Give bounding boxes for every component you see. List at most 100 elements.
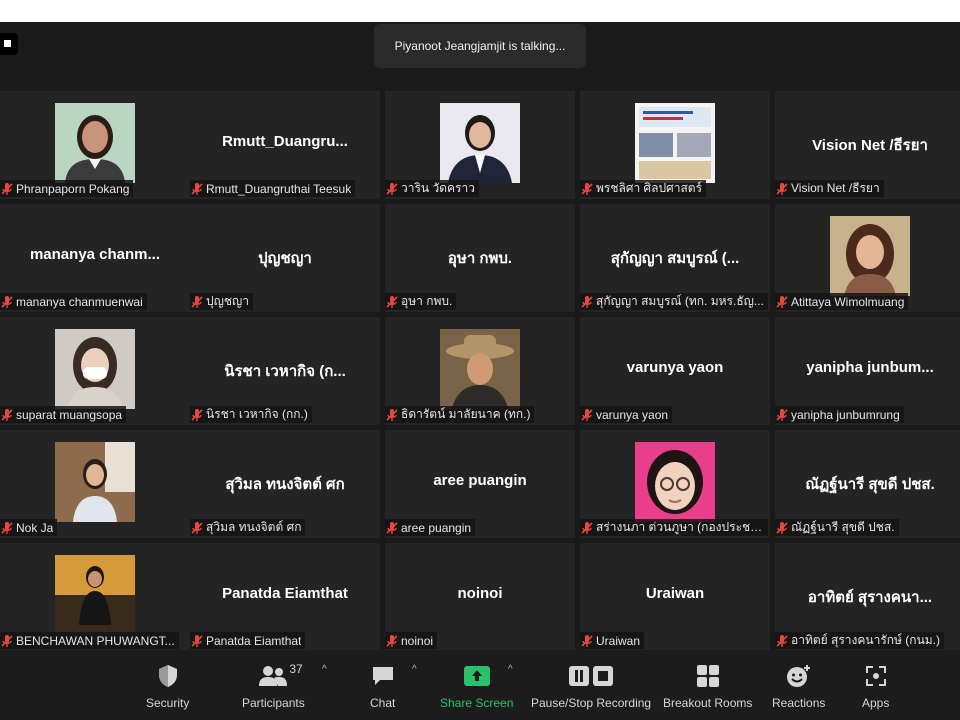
participant-name-label: อุษา กพบ. [385,293,457,310]
participant-name-label: noinoi [385,632,438,649]
participant-name-label: aree puangin [385,519,476,536]
muted-mic-icon [191,521,203,534]
participant-tile[interactable]: สร่างนภา ต่วนภูษา (กองประชาสั... [580,430,770,538]
muted-mic-icon [1,182,13,195]
participant-name-label: ธิดารัตน์ มาลัยนาค (ทก.) [385,406,535,423]
participant-display-name: สุกัญญา สมบูรณ์ (... [610,250,740,267]
participant-tile[interactable]: ปุญชญา ปุญชญา [190,204,380,312]
participant-display-name: varunya yaon [626,359,724,376]
participant-tile[interactable]: Phranpaporn Pokang [0,91,190,199]
participant-name-label: Atittaya Wimolmuang [775,293,909,310]
participant-tile[interactable]: Vision Net /ธีรยา Vision Net /ธีรยา [775,91,960,199]
muted-mic-icon [581,521,593,534]
participant-tile[interactable]: นิรชา เวหากิจ (ก... นิรชา เวหากิจ (กก.) [190,317,380,425]
muted-mic-icon [776,521,788,534]
participant-video [440,329,520,409]
gallery-view-button[interactable] [0,33,18,55]
participant-tile[interactable]: yanipha junbum... yanipha junbumrung [775,317,960,425]
participant-tile[interactable]: สุกัญญา สมบูรณ์ (... สุกัญญา สมบูรณ์ (ทก.… [580,204,770,312]
participant-name-label: Uraiwan [580,632,645,649]
participant-name-label: วาริน วัดคราว [385,180,479,197]
security-button[interactable]: Security [146,660,189,710]
participant-display-name: ปุญชญา [258,250,312,267]
share-screen-button[interactable]: Share Screen [440,660,513,710]
participant-tile[interactable]: ณัฏฐ์นารี สุขดี ปชส. ณัฏฐ์นารี สุขดี ปชส. [775,430,960,538]
participant-tile[interactable]: varunya yaon varunya yaon [580,317,770,425]
muted-mic-icon [1,408,13,421]
participant-tile[interactable]: Uraiwan Uraiwan [580,543,770,651]
participant-name-label: Nok Ja [0,519,58,536]
participant-name-label: mananya chanmuenwai [0,293,147,310]
shield-icon [158,665,177,687]
muted-mic-icon [1,295,13,308]
muted-mic-icon [191,295,203,308]
participant-name-label: นิรชา เวหากิจ (กก.) [190,406,312,423]
participant-tile[interactable]: suparat muangsopa [0,317,190,425]
participant-tile[interactable]: Nok Ja [0,430,190,538]
participant-video [55,103,135,183]
muted-mic-icon [191,408,203,421]
window-top-bar [0,0,960,22]
reactions-button[interactable]: Reactions [772,660,825,710]
participant-name-label: BENCHAWAN PHUWANGT... [0,632,179,649]
chat-icon [372,667,393,685]
participant-name-label: Rmutt_Duangruthai Teesuk [190,180,356,197]
participant-name-label: ปุญชญา [190,293,253,310]
muted-mic-icon [386,182,398,195]
breakout-rooms-icon [696,665,719,687]
muted-mic-icon [386,408,398,421]
participant-tile[interactable]: BENCHAWAN PHUWANGT... [0,543,190,651]
muted-mic-icon [1,521,13,534]
chat-button[interactable]: Chat [370,660,395,710]
participant-name-label: สุวิมล ทนงจิตต์ ศก [190,519,306,536]
participant-tile[interactable]: อาทิตย์ สุรางคนา... อาทิตย์ สุรางคนารักษ์… [775,543,960,651]
apps-button[interactable]: Apps [862,660,889,710]
participant-name-label: ณัฏฐ์นารี สุขดี ปชส. [775,519,899,536]
participant-tile[interactable]: สุวิมล ทนงจิตต์ ศก สุวิมล ทนงจิตต์ ศก [190,430,380,538]
muted-mic-icon [386,521,398,534]
participant-video [55,442,135,522]
share-screen-icon [463,666,490,686]
participant-tile[interactable]: Rmutt_Duangru... Rmutt_Duangruthai Teesuk [190,91,380,199]
participant-tile[interactable]: noinoi noinoi [385,543,575,651]
participant-video [55,555,135,635]
participant-tile[interactable]: พรชลิศา ศิลปศาสตร์ [580,91,770,199]
muted-mic-icon [581,182,593,195]
participant-tile[interactable]: ธิดารัตน์ มาลัยนาค (ทก.) [385,317,575,425]
participant-display-name: mananya chanm... [29,246,161,263]
muted-mic-icon [386,634,398,647]
participant-tile[interactable]: aree puangin aree puangin [385,430,575,538]
breakout-rooms-button[interactable]: Breakout Rooms [663,660,752,710]
participant-video [635,442,715,522]
participant-tile[interactable]: Panatda Eiamthat Panatda Eiamthat [190,543,380,651]
share-options-caret[interactable]: ^ [508,664,513,675]
participants-options-caret[interactable]: ^ [322,664,327,675]
participant-name-label: สร่างนภา ต่วนภูษา (กองประชาสั... [580,519,768,536]
participant-tile[interactable]: วาริน วัดคราว [385,91,575,199]
muted-mic-icon [776,182,788,195]
participant-display-name: นิรชา เวหากิจ (ก... [224,363,346,380]
muted-mic-icon [191,634,203,647]
muted-mic-icon [386,295,398,308]
participant-display-name: อุษา กพบ. [447,250,513,267]
participant-display-name: ณัฏฐ์นารี สุขดี ปชส. [805,476,935,493]
muted-mic-icon [581,634,593,647]
emoji-add-icon [786,665,810,687]
chat-options-caret[interactable]: ^ [412,664,417,675]
muted-mic-icon [776,408,788,421]
participant-name-label: Panatda Eiamthat [190,632,306,649]
participant-tile[interactable]: อุษา กพบ. อุษา กพบ. [385,204,575,312]
participant-tile[interactable]: mananya chanm... mananya chanmuenwai [0,204,190,312]
participant-name-label: Vision Net /ธีรยา [775,180,884,197]
participant-display-name: อาทิตย์ สุรางคนา... [807,589,933,606]
participant-name-label: สุกัญญา สมบูรณ์ (ทก. มหร.ธัญ... [580,293,768,310]
recording-button[interactable]: Pause/Stop Recording [531,660,651,710]
meeting-toolbar: Security 37 Participants ^ Chat ^ Share … [0,650,960,720]
participant-display-name: สุวิมล ทนงจิตต์ ศก [225,476,345,493]
participant-tile[interactable]: Atittaya Wimolmuang [775,204,960,312]
participant-name-label: suparat muangsopa [0,406,127,423]
apps-icon [865,666,886,686]
participants-button[interactable]: 37 Participants [242,660,305,710]
participant-display-name: Uraiwan [645,585,705,602]
participant-video [440,103,520,183]
